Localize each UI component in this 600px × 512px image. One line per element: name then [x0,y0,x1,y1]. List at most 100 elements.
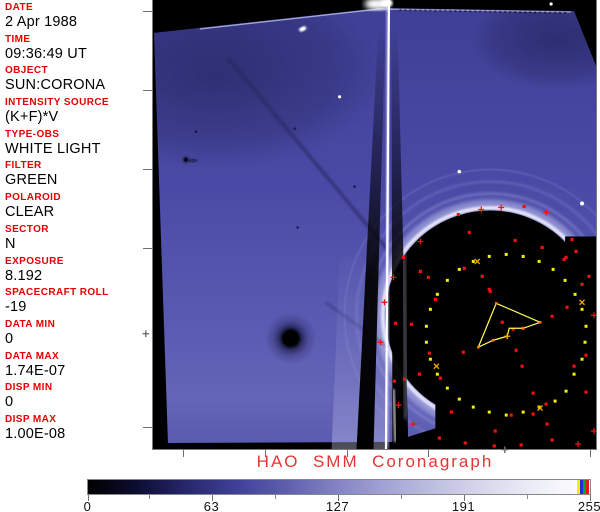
red-marker-dot [531,412,535,416]
yellow-marker-dot [553,399,557,403]
yellow-marker-dot [504,413,508,417]
metadata-field: DISP MAX 1.00E-08 [5,414,151,446]
metadata-label: DATE [5,2,34,13]
yellow-marker-dot [428,357,432,361]
metadata-field: INTENSITY SOURCE (K+F)*V [5,97,151,129]
colorbar-stripe-red [586,480,589,494]
yellow-marker-dot [537,259,541,263]
polygon-vertex-dot [538,320,542,324]
metadata-field: DATA MAX 1.74E-07 [5,351,151,383]
coronagraph-image [153,0,596,449]
red-marker-dot [401,255,406,260]
colorbar-tick-label: 127 [325,499,350,512]
red-marker-dot [580,282,584,286]
red-marker-dot [492,444,496,448]
red-marker-dot [520,364,524,368]
left-axis-tick [143,248,152,249]
yellow-marker-dot [521,254,525,258]
red-marker-dot [564,255,568,260]
colorbar-minor-tick [526,495,528,499]
red-marker-dot [467,230,471,235]
metadata-label: SECTOR [5,223,49,235]
red-marker-dot [433,297,437,301]
metadata-field: TIME 09:36:49 UT [5,34,151,66]
metadata-value: 2 Apr 1988 [5,14,78,30]
metadata-label: OBJECT [5,65,48,77]
red-marker-dot [509,413,513,417]
red-marker-dot [587,274,591,278]
metadata-label: DISP MIN [5,382,53,394]
yellow-marker-dot [471,259,475,263]
metadata-panel: DATE 2 Apr 1988 TIME 09:36:49 UT OBJECT SUN:C… [5,2,151,450]
metadata-field: SPACECRAFT ROLL -19 [5,287,151,319]
yellow-marker-dot [457,397,461,401]
metadata-value: (K+F)*V [5,109,59,126]
red-marker-dot [565,305,569,309]
red-marker-dot [449,410,453,414]
polygon-vertex-dot [491,338,495,342]
yellow-marker-dot [551,267,555,271]
red-marker-dot [402,377,407,381]
red-marker-dot [531,391,535,395]
red-marker-dot [519,443,523,447]
metadata-label: SPACECRAFT ROLL [5,287,109,299]
polygon-vertex-dot [521,326,525,330]
red-marker-dot [574,249,578,254]
yellow-marker-dot [521,410,525,414]
yellow-marker-dot [457,267,461,271]
colorbar-minor-tick [148,495,150,499]
red-marker-dot [550,438,554,442]
yellow-marker-dot [580,357,584,361]
yellow-marker-dot [564,389,568,393]
yellow-marker-dot [424,324,428,328]
metadata-field: EXPOSURE 8.192 [5,256,151,288]
metadata-field: DATE 2 Apr 1988 [5,2,151,34]
page-title: HAO SMM Coronagraph [256,452,494,471]
yellow-marker-dot [572,372,576,376]
red-marker-dot [487,287,491,291]
red-marker-dot [514,348,518,352]
yellow-marker-dot [445,278,449,282]
left-axis-tick [143,11,152,12]
red-marker-dot [584,353,588,357]
left-axis-tick [143,90,152,91]
metadata-value: N [5,235,16,252]
red-marker-dot [550,314,554,318]
yellow-marker-dot [428,307,432,311]
colorbar-minor-tick [400,495,402,499]
colorbar-minor-tick [274,495,276,499]
metadata-field: FILTER GREEN [5,160,151,192]
metadata-field: TYPE-OBS WHITE LIGHT [5,129,151,161]
red-marker-dot [513,238,517,243]
yellow-marker-dot [487,254,491,258]
red-marker-dot [461,350,465,354]
left-axis-plus: + [142,326,150,341]
red-marker-dot [409,322,414,326]
yellow-marker-dot [563,278,567,282]
metadata-field: POLAROID CLEAR [5,192,151,224]
colorbar-tick-label: 63 [203,499,220,512]
left-axis-tick [143,169,152,170]
metadata-value: 0 [5,330,14,347]
red-marker-dot [572,364,576,368]
colorbar-tick-label: 0 [83,499,92,512]
metadata-label: POLAROID [5,192,61,204]
metadata-field: SECTOR N [5,224,151,256]
red-marker-dot [480,274,484,278]
yellow-marker-dot [471,405,475,409]
red-marker-dot [540,245,544,250]
left-axis-tick [143,427,152,428]
polygon-vertex-dot [494,302,498,305]
red-marker-dot [545,422,549,426]
red-marker-dot [438,376,442,380]
metadata-label: TIME [5,33,31,45]
red-marker-dot [584,390,588,394]
metadata-value: WHITE LIGHT [5,140,101,157]
metadata-value: SUN:CORONA [5,77,106,94]
colorbar [87,479,591,495]
red-marker-dot [427,351,431,355]
red-marker-dot [426,275,430,279]
red-marker-dot [393,321,398,325]
red-marker-dot [392,379,397,383]
yellow-marker-dot [504,252,508,256]
